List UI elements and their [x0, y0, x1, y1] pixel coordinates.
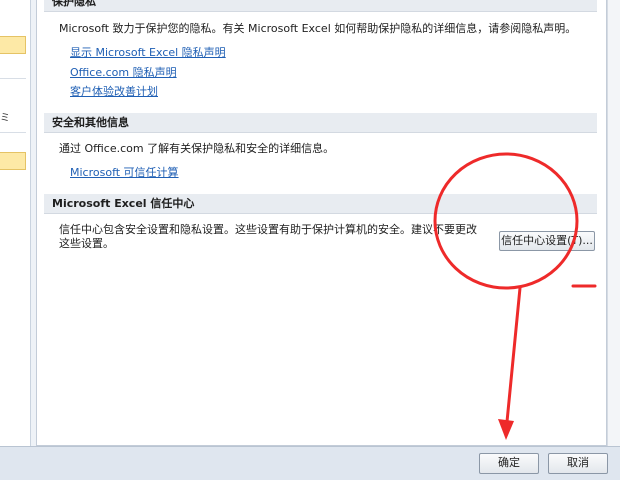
privacy-description: Microsoft 致力于保护您的隐私。有关 Microsoft Excel 如…	[59, 22, 577, 35]
nav-item-highlighted[interactable]	[0, 36, 26, 54]
left-nav-panel: ミ	[0, 0, 31, 446]
nav-item-label-fragment: ミ	[0, 113, 10, 124]
security-description: 通过 Office.com 了解有关保护隐私和安全的详细信息。	[59, 142, 335, 155]
customer-experience-program-link[interactable]: 客户体验改善计划	[70, 85, 158, 99]
vertical-scrollbar[interactable]	[607, 0, 620, 446]
trust-center-section-header: Microsoft Excel 信任中心	[44, 194, 597, 214]
security-section-header: 安全和其他信息	[44, 113, 597, 133]
privacy-section-header: 保护隐私	[44, 0, 597, 12]
ok-button[interactable]: 确定	[479, 453, 539, 474]
nav-divider	[0, 132, 26, 133]
trust-center-description-line1: 信任中心包含安全设置和隐私设置。这些设置有助于保护计算机的安全。建议不要更改	[59, 223, 477, 236]
trust-center-description-line2: 这些设置。	[59, 237, 114, 250]
trustworthy-computing-link[interactable]: Microsoft 可信任计算	[70, 166, 179, 180]
trust-center-settings-button[interactable]: 信任中心设置(T)...	[499, 231, 595, 251]
excel-privacy-statement-link[interactable]: 显示 Microsoft Excel 隐私声明	[70, 46, 226, 60]
cancel-button[interactable]: 取消	[548, 453, 608, 474]
office-privacy-statement-link[interactable]: Office.com 隐私声明	[70, 66, 177, 80]
nav-divider	[0, 78, 26, 79]
nav-item-selected[interactable]	[0, 152, 26, 170]
